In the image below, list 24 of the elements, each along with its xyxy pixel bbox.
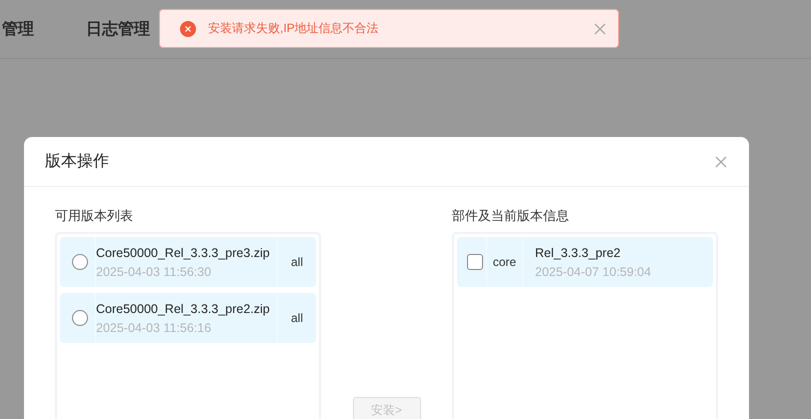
version-row[interactable]: Core50000_Rel_3.3.3_pre3.zip 2025-04-03 11:56:30 all [60,237,316,287]
toast-message: 安装请求失败,IP地址信息不合法 [208,20,380,37]
list-label: 可用版本列表 [55,207,134,225]
radio-button[interactable] [72,310,88,326]
version-row[interactable]: Core50000_Rel_3.3.3_pre2.zip 2025-04-03 11:56:16 all [60,293,316,343]
scope-text: all [290,255,303,269]
radio-button[interactable] [72,254,88,270]
nav-item[interactable]: 管理 [2,18,34,40]
upload-time: 2025-04-03 11:56:30 [96,264,212,278]
close-icon[interactable] [715,156,727,168]
close-icon[interactable] [594,22,606,34]
component-name: core [492,255,516,269]
component-row[interactable]: core Rel_3.3.3_pre2 2025-04-07 10:59:04 [457,237,713,287]
nav-item[interactable]: 日志管理 [86,18,150,40]
file-name: Core50000_Rel_3.3.3_pre3.zip [96,246,270,260]
version-text: Rel_3.3.3_pre2 [535,246,622,260]
scope-text: all [290,311,303,325]
list-label: 部件及当前版本信息 [452,207,570,225]
install-time: 2025-04-07 10:59:04 [535,264,652,278]
file-name: Core50000_Rel_3.3.3_pre2.zip [96,302,270,316]
upload-time: 2025-04-03 11:56:16 [96,320,212,334]
error-icon [180,20,196,36]
dialog-title: 版本操作 [45,152,109,172]
checkbox[interactable] [466,254,482,270]
